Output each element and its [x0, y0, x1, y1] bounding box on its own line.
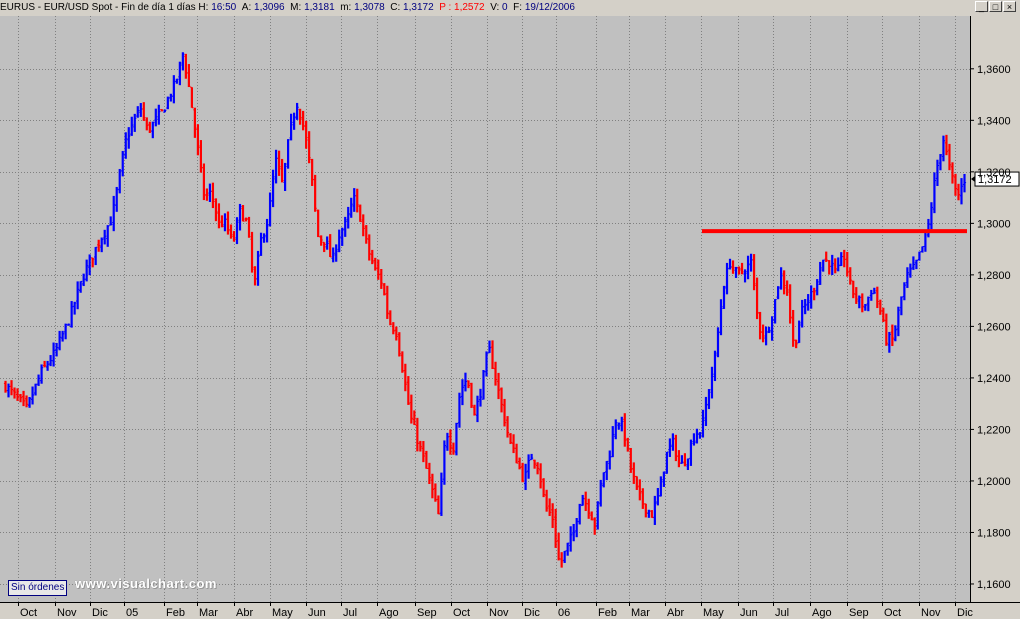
time-tick-label: Abr: [667, 607, 684, 619]
no-orders-button[interactable]: Sin órdenes: [8, 580, 68, 596]
time-tick-label: Nov: [921, 607, 941, 619]
price-tick-label: 1,3600: [977, 64, 1011, 76]
time-tick-label: Sep: [849, 607, 869, 619]
time-tick-label: Nov: [489, 607, 509, 619]
time-tick-label: Nov: [57, 607, 77, 619]
time-tick-label: Mar: [631, 607, 650, 619]
time-tick-label: Jun: [740, 607, 758, 619]
watermark: www.visualchart.com: [75, 576, 217, 591]
time-tick-label: Abr: [236, 607, 253, 619]
time-tick-label: Dic: [524, 607, 540, 619]
time-tick-label: Oct: [20, 607, 37, 619]
time-tick-label: Oct: [453, 607, 470, 619]
price-tick-label: 1,2400: [977, 373, 1011, 385]
time-tick-label: 06: [558, 607, 570, 619]
time-tick-label: Jun: [308, 607, 326, 619]
time-tick-label: Jul: [775, 607, 789, 619]
time-tick-label: May: [272, 607, 293, 619]
time-tick-label: Oct: [884, 607, 901, 619]
price-chart[interactable]: 1,3172 1,36001,34001,32001,30001,28001,2…: [0, 0, 1020, 619]
price-tick-label: 1,2800: [977, 270, 1011, 282]
time-tick-label: Mar: [199, 607, 218, 619]
price-axis-background: [970, 16, 1020, 602]
plot-area: [0, 16, 970, 602]
time-tick-label: Feb: [598, 607, 617, 619]
price-tick-label: 1,3400: [977, 115, 1011, 127]
price-tick-label: 1,2600: [977, 321, 1011, 333]
time-tick-label: Sep: [417, 607, 437, 619]
price-tick-label: 1,2000: [977, 476, 1011, 488]
time-tick-label: Ago: [379, 607, 399, 619]
price-tick-label: 1,3200: [977, 167, 1011, 179]
price-tick-label: 1,3000: [977, 218, 1011, 230]
time-tick-label: Dic: [957, 607, 973, 619]
price-tick-label: 1,2200: [977, 424, 1011, 436]
chart-window: EURUS - EUR/USD Spot - Fin de día 1 días…: [0, 0, 1020, 619]
time-tick-label: Dic: [92, 607, 108, 619]
time-tick-label: Ago: [812, 607, 832, 619]
time-tick-label: 05: [126, 607, 138, 619]
time-tick-label: May: [703, 607, 724, 619]
price-tick-label: 1,1800: [977, 527, 1011, 539]
time-tick-label: Jul: [343, 607, 357, 619]
price-tick-label: 1,1600: [977, 579, 1011, 591]
time-tick-label: Feb: [166, 607, 185, 619]
